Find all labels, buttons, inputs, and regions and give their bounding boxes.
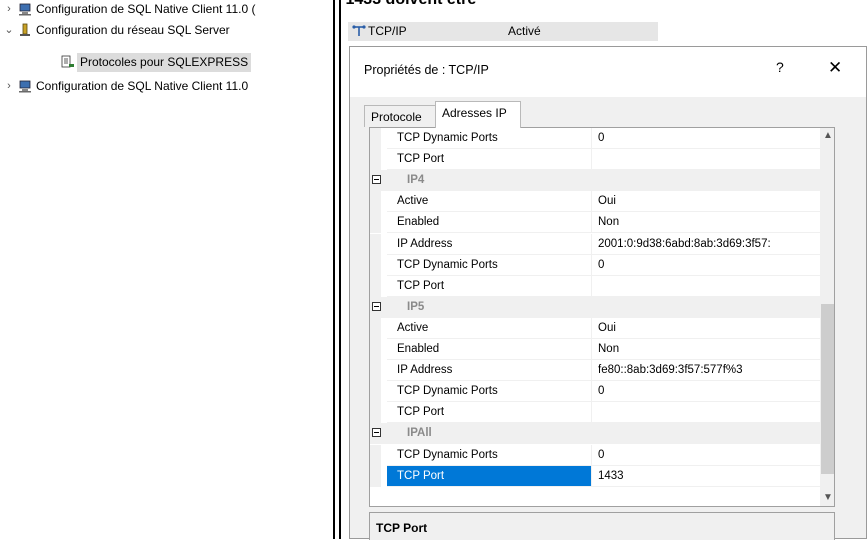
property-name: TCP Dynamic Ports (387, 128, 592, 149)
property-value[interactable]: Non (592, 212, 820, 234)
property-row[interactable]: IP Address 2001:0:9d38:6abd:8ab:3d69:3f57… (370, 233, 820, 255)
property-name: TCP Port (387, 275, 592, 297)
property-row[interactable]: Enabled Non (370, 212, 820, 234)
row-gutter (370, 233, 381, 255)
help-button[interactable]: ? (776, 59, 784, 75)
chevron-down-icon[interactable]: ⌄ (3, 21, 15, 40)
property-name: TCP Dynamic Ports (387, 381, 592, 403)
property-value[interactable]: Oui (592, 318, 820, 339)
property-name: TCP Dynamic Ports (387, 444, 592, 466)
property-value[interactable]: 0 (592, 128, 820, 149)
row-gutter (370, 275, 381, 297)
tree-item-label: Configuration du réseau SQL Server (36, 23, 230, 37)
row-gutter (370, 381, 381, 403)
tab-strip: Protocole Adresses IP (364, 101, 864, 128)
tree-item-label: Configuration de SQL Native Client 11.0 (36, 79, 249, 93)
property-value[interactable]: 2001:0:9d38:6abd:8ab:3d69:3f57: (592, 234, 820, 255)
category-label: IP4 (407, 174, 425, 187)
property-name: Active (387, 317, 592, 339)
collapse-icon[interactable] (372, 301, 381, 311)
vertical-scrollbar[interactable]: ▲ ▼ (820, 128, 834, 506)
property-value[interactable] (592, 149, 820, 171)
row-gutter (370, 149, 381, 171)
property-row[interactable]: TCP Dynamic Ports 0 (370, 128, 820, 149)
description-title: TCP Port (376, 521, 428, 535)
property-row[interactable]: Active Oui (370, 317, 820, 339)
property-row[interactable]: TCP Dynamic Ports 0 (370, 254, 820, 276)
tree-item-label: Protocoles pour SQLEXPRESS (77, 53, 252, 72)
property-row[interactable]: TCP Dynamic Ports 0 (370, 381, 820, 403)
property-row[interactable]: Enabled Non (370, 339, 820, 360)
property-value[interactable]: Oui (592, 191, 820, 213)
property-category[interactable]: IP5 (370, 296, 820, 318)
properties-dialog: Propriétés de : TCP/IP ? ✕ Protocole Adr… (349, 46, 867, 540)
category-label: IP5 (407, 300, 425, 313)
property-row[interactable]: TCP Dynamic Ports 0 (370, 444, 820, 466)
property-name: IP Address (387, 233, 592, 255)
dialog-title: Propriétés de : TCP/IP (364, 63, 489, 77)
row-gutter (370, 254, 381, 276)
property-description-panel: TCP Port (369, 512, 835, 540)
property-name: Active (387, 191, 592, 213)
property-value[interactable]: Non (592, 339, 820, 360)
property-row[interactable]: IP Address fe80::8ab:3d69:3f57:577f%3 (370, 360, 820, 382)
property-value[interactable]: 0 (592, 445, 820, 466)
row-gutter (370, 444, 381, 466)
tcpip-icon (352, 25, 366, 36)
computer-icon (19, 80, 31, 93)
property-name: IP Address (387, 360, 592, 382)
property-name: Enabled (387, 212, 592, 234)
row-gutter (370, 339, 381, 360)
pane-divider-inner (339, 0, 341, 539)
row-gutter (370, 402, 381, 424)
protocols-icon (61, 55, 74, 68)
property-value[interactable]: 0 (592, 381, 820, 403)
chevron-right-icon[interactable]: › (3, 77, 15, 96)
chevron-right-icon[interactable]: › (3, 0, 15, 19)
tree-panel: › Configuration de SQL Native Client 11.… (0, 0, 340, 539)
network-config-icon (20, 23, 30, 36)
property-value[interactable] (592, 402, 820, 424)
row-gutter (370, 212, 381, 234)
row-gutter (370, 317, 381, 339)
property-category[interactable]: IP4 (370, 170, 820, 192)
property-name: Enabled (387, 339, 592, 360)
property-value[interactable]: 0 (592, 255, 820, 276)
row-gutter (370, 465, 381, 487)
property-value[interactable]: fe80::8ab:3d69:3f57:577f%3 (592, 360, 820, 382)
property-row[interactable]: TCP Port 1433 (370, 465, 820, 487)
row-gutter (370, 128, 381, 149)
row-gutter (370, 191, 381, 213)
property-row[interactable]: TCP Port (370, 149, 820, 171)
property-name: TCP Port (387, 465, 592, 487)
scrollbar-thumb[interactable] (821, 304, 834, 474)
property-name: TCP Port (387, 149, 592, 171)
protocol-row-tcpip[interactable]: TCP/IP Activé (348, 22, 658, 41)
property-value[interactable]: 1433 (592, 466, 820, 487)
property-grid: TCP Dynamic Ports 0 TCP Port IP4 Active Oui En… (369, 127, 835, 507)
tab-protocole[interactable]: Protocole (364, 105, 436, 127)
row-gutter (370, 360, 381, 382)
collapse-icon[interactable] (372, 428, 381, 438)
close-button[interactable]: ✕ (828, 58, 842, 78)
property-name: TCP Dynamic Ports (387, 254, 592, 276)
property-value[interactable] (592, 276, 820, 297)
property-name: TCP Port (387, 402, 592, 424)
tab-adresses-ip[interactable]: Adresses IP (435, 101, 521, 128)
property-row[interactable]: TCP Port (370, 402, 820, 424)
tree-item-label: Configuration de SQL Native Client 11.0 … (36, 2, 256, 16)
property-row[interactable]: Active Oui (370, 191, 820, 213)
protocol-state: Activé (508, 24, 541, 38)
protocol-name: TCP/IP (368, 24, 407, 38)
scroll-down-arrow-icon[interactable]: ▼ (820, 490, 834, 506)
property-category[interactable]: IPAll (370, 423, 820, 445)
pane-divider[interactable] (333, 0, 335, 539)
property-row[interactable]: TCP Port (370, 275, 820, 297)
scroll-up-arrow-icon[interactable]: ▲ (820, 128, 834, 144)
collapse-icon[interactable] (372, 175, 381, 185)
dialog-title-bar[interactable]: Propriétés de : TCP/IP ? ✕ (350, 47, 866, 97)
computer-icon (19, 3, 31, 16)
category-label: IPAll (407, 427, 432, 440)
